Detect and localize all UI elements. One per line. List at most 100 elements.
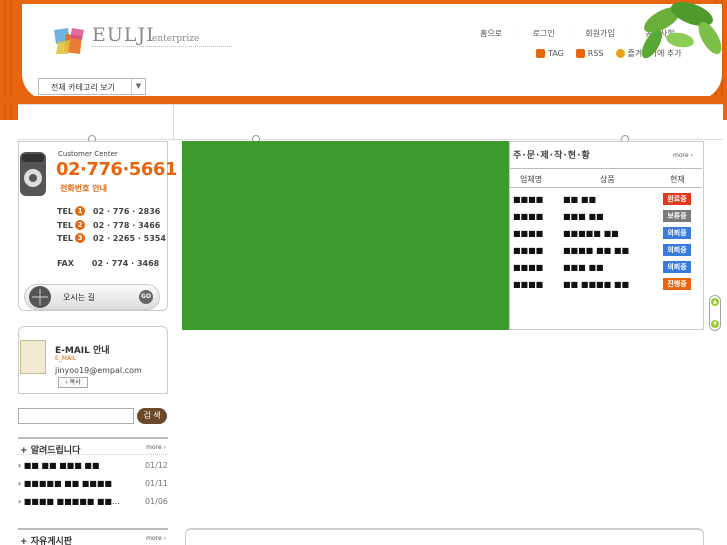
tel-number: 02 · 778 · 3466	[93, 220, 161, 230]
copy-label: 복사	[69, 379, 81, 386]
order-row[interactable]: ■■■■ ■■■ ■■ 의뢰중	[513, 261, 703, 278]
tel-label: TEL	[57, 206, 74, 216]
order-company: ■■■■	[513, 195, 544, 204]
fax-row: FAX 02 · 774 · 3468	[57, 259, 159, 268]
notice-title-text: 알려드립니다	[30, 446, 81, 456]
notice-more-link[interactable]: more ›	[146, 444, 166, 451]
notice-text: ■■■■ ■■■■■ ■■...	[23, 497, 120, 506]
more-label: more	[146, 444, 162, 451]
page: { "brand": {"logo": "EULJI", "logo_suffi…	[0, 0, 727, 545]
status-badge: 완료중	[663, 193, 691, 205]
board-title: + 자유게시판	[20, 537, 73, 545]
order-product: ■■ ■■	[563, 195, 597, 204]
notice-title: + 알려드립니다	[20, 446, 81, 456]
tel-row: TEL 2 02 · 778 · 3466	[57, 220, 160, 230]
rss-icon	[575, 49, 585, 58]
scroll-up-icon[interactable]: ▲	[711, 298, 719, 306]
category-select[interactable]: 전체 카테고리 보기 ▼	[38, 78, 146, 95]
directions-label: 오시는 길	[63, 293, 95, 302]
order-table-header: 업체명 상품 현재	[510, 168, 702, 188]
order-company: ■■■■	[513, 246, 544, 255]
order-product: ■■■ ■■	[563, 212, 604, 221]
tel-index: 1	[75, 206, 86, 216]
map-icon	[29, 286, 51, 308]
status-badge: 진행중	[663, 278, 691, 290]
order-company: ■■■■	[513, 212, 544, 221]
notice-date: 01/11	[144, 479, 168, 488]
fax-number: 02 · 774 · 3468	[91, 259, 160, 268]
logo-tagline-line	[92, 46, 232, 56]
scroll-down-icon[interactable]: ▼	[711, 320, 719, 328]
notice-panel-header: + 알려드립니다 more ›	[18, 437, 168, 456]
rss-link[interactable]: RSS	[575, 49, 604, 58]
header-product: 상품	[600, 175, 615, 184]
tel-number: 02 · 776 · 2836	[93, 206, 161, 216]
nav-login[interactable]: 로그인	[533, 28, 555, 39]
email-sub-label: E_MAIL	[55, 355, 77, 362]
leaves-decoration-icon	[641, 1, 722, 59]
tel-index: 2	[75, 220, 86, 230]
order-row[interactable]: ■■■■ ■■ ■■ 완료중	[513, 193, 703, 210]
order-product: ■■■ ■■	[563, 263, 604, 272]
nav-home[interactable]: 홈으로	[480, 28, 502, 39]
email-address: jinyoo19@empal.com	[55, 366, 142, 375]
nav-separator: ·	[516, 28, 519, 37]
order-product: ■■■■■ ■■	[563, 229, 619, 238]
nav-separator: ·	[568, 28, 572, 37]
phone-icon	[20, 152, 46, 196]
order-row[interactable]: ■■■■ ■■ ■■■■ ■■ 진행중	[513, 278, 703, 295]
notice-date: 01/06	[144, 497, 168, 506]
board-panel-header: + 자유게시판 more ›	[18, 528, 168, 545]
rss-label: RSS	[587, 49, 604, 58]
category-select-label: 전체 카테고리 보기	[51, 83, 115, 92]
main-banner-image	[182, 141, 509, 330]
notice-text: ■■■■■ ■■ ■■■■	[23, 479, 112, 488]
order-scrollbar[interactable]: ▲ ▼	[709, 295, 721, 331]
order-row[interactable]: ■■■■ ■■■■ ■■ ■■ 의뢰중	[513, 244, 703, 261]
logo-icon	[54, 28, 84, 54]
tel-number: 02 · 2265 · 5354	[93, 233, 166, 243]
chevron-down-icon[interactable]: ▼	[131, 79, 145, 94]
logo-suffix: enterprize	[152, 34, 200, 44]
status-badge: 의뢰중	[663, 227, 691, 239]
envelope-icon	[20, 340, 46, 374]
order-product: ■■ ■■■■ ■■	[563, 280, 630, 289]
notice-item[interactable]: › ■■■■ ■■■■■ ■■... 01/06	[18, 497, 168, 506]
status-badge: 보류중	[663, 210, 691, 222]
notice-date: 01/12	[144, 461, 168, 470]
search-button[interactable]: 검 색	[137, 408, 167, 424]
order-company: ■■■■	[513, 229, 544, 238]
tel-row: TEL 1 02 · 776 · 2836	[57, 206, 160, 216]
order-row[interactable]: ■■■■ ■■■■■ ■■ 의뢰중	[513, 227, 703, 244]
board-more-link[interactable]: more ›	[146, 535, 166, 542]
search-input[interactable]	[18, 408, 134, 424]
notice-item[interactable]: › ■■ ■■ ■■■ ■■ 01/12	[18, 461, 168, 470]
notice-item[interactable]: › ■■■■■ ■■ ■■■■ 01/11	[18, 479, 168, 488]
customer-center-label: Customer Center	[58, 150, 118, 158]
tel-row: TEL 3 02 · 2265 · 5354	[57, 233, 166, 243]
go-button[interactable]: GO	[139, 290, 153, 304]
order-row[interactable]: ■■■■ ■■■ ■■ 보류중	[513, 210, 703, 227]
tel-index: 3	[75, 233, 86, 243]
phone-guide-label: 전화번호 안내	[60, 184, 107, 193]
customer-center-number: 02·776·5661	[56, 159, 177, 180]
header-company: 업체명	[520, 175, 543, 184]
order-more-link[interactable]: more ›	[673, 152, 693, 159]
email-box-top	[18, 326, 168, 338]
tag-icon	[536, 49, 545, 58]
status-badge: 의뢰중	[663, 244, 691, 256]
tag-link[interactable]: TAG	[536, 49, 564, 58]
notice-text: ■■ ■■ ■■■ ■■	[23, 461, 100, 470]
tag-label: TAG	[548, 49, 564, 58]
sub-nav-bar	[18, 104, 723, 141]
tel-label: TEL	[57, 220, 74, 230]
fax-label: FAX	[57, 259, 74, 268]
header-divider	[0, 96, 727, 104]
order-status-title: 주·문·제·작·현·황	[513, 151, 591, 161]
copy-button[interactable]: ‹ 복사	[58, 377, 88, 388]
nav-signup[interactable]: 회원가입	[585, 28, 614, 39]
logo[interactable]: EULJI	[92, 24, 155, 46]
more-label: more	[673, 152, 689, 159]
status-badge: 의뢰중	[663, 261, 691, 273]
order-company: ■■■■	[513, 263, 544, 272]
